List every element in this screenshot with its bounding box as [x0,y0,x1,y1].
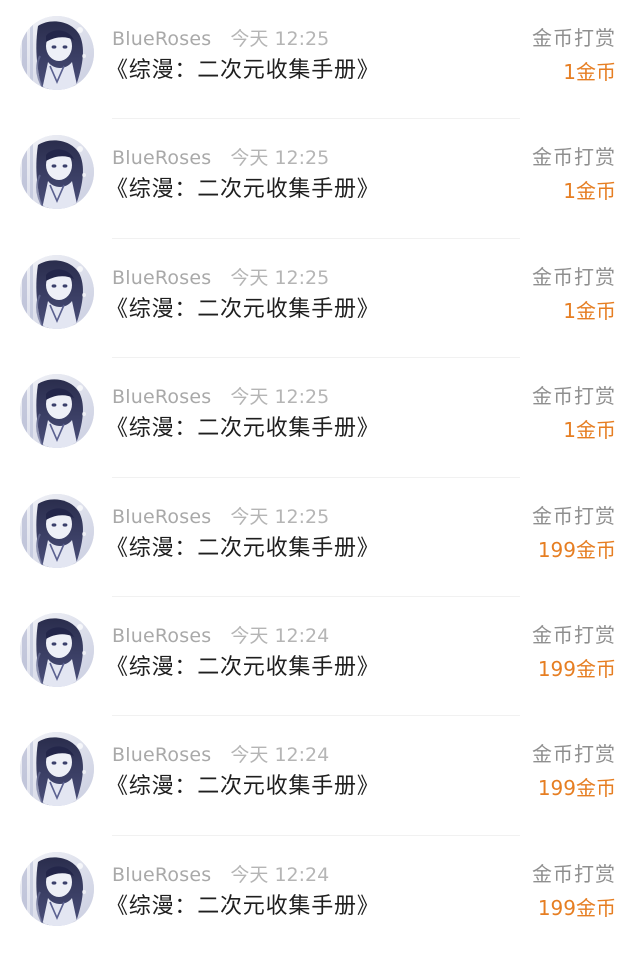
reward-record-item[interactable]: BlueRoses 今天 12:25 《综漫：二次元收集手册》 金币打赏 1金币 [0,0,640,120]
book-title[interactable]: 《综漫：二次元收集手册》 [106,174,380,206]
record-meta: BlueRoses 今天 12:24 [112,862,329,888]
user-avatar[interactable] [20,612,94,687]
record-time: 今天 12:24 [230,744,330,767]
reward-type: 金币打赏 [532,622,616,647]
reward-amount: 199金币 [537,776,616,801]
username[interactable]: BlueRoses [112,744,211,766]
book-title[interactable]: 《综漫：二次元收集手册》 [106,891,380,923]
reward-record-item[interactable]: BlueRoses 今天 12:25 《综漫：二次元收集手册》 金币打赏 199… [0,478,640,598]
reward-amount: 1金币 [563,60,616,84]
avatar-illustration [20,16,94,90]
reward-amount: 1金币 [563,298,616,323]
record-meta: BlueRoses 今天 12:25 [112,504,329,530]
record-time: 今天 12:25 [230,386,330,409]
record-meta: BlueRoses 今天 12:25 [112,145,329,171]
book-title[interactable]: 《综漫：二次元收集手册》 [106,533,380,565]
username[interactable]: BlueRoses [112,506,211,528]
reward-amount: 199金币 [537,656,616,681]
reward-record-item[interactable]: BlueRoses 今天 12:25 《综漫：二次元收集手册》 金币打赏 1金币 [0,119,640,240]
reward-amount: 1金币 [563,179,616,204]
avatar-illustration [20,612,94,687]
reward-amount: 199金币 [537,537,616,562]
user-avatar[interactable] [20,374,94,449]
record-time: 今天 12:25 [230,266,330,289]
reward-record-list: BlueRoses 今天 12:25 《综漫：二次元收集手册》 金币打赏 1金币… [0,0,640,941]
record-time: 今天 12:25 [230,505,330,528]
reward-record-item[interactable]: BlueRoses 今天 12:25 《综漫：二次元收集手册》 金币打赏 1金币 [0,358,640,478]
username[interactable]: BlueRoses [112,386,211,408]
record-time: 今天 12:24 [230,863,330,886]
reward-amount: 1金币 [563,418,616,443]
avatar-illustration [20,374,94,449]
reward-type: 金币打赏 [532,145,616,170]
record-time: 今天 12:25 [230,147,330,170]
user-avatar[interactable] [20,732,94,807]
book-title[interactable]: 《综漫：二次元收集手册》 [106,771,380,803]
user-avatar[interactable] [20,16,94,90]
reward-amount: 199金币 [537,895,616,920]
user-avatar[interactable] [20,851,94,926]
reward-type: 金币打赏 [532,742,616,767]
reward-record-item[interactable]: BlueRoses 今天 12:25 《综漫：二次元收集手册》 金币打赏 1金币 [0,239,640,359]
record-meta: BlueRoses 今天 12:24 [112,742,329,768]
record-meta: BlueRoses 今天 12:25 [112,26,329,52]
avatar-illustration [20,732,94,807]
reward-record-item[interactable]: BlueRoses 今天 12:24 《综漫：二次元收集手册》 金币打赏 199… [0,836,640,955]
username[interactable]: BlueRoses [112,625,211,647]
username[interactable]: BlueRoses [112,28,211,50]
avatar-illustration [20,254,94,329]
user-avatar[interactable] [20,254,94,329]
reward-type: 金币打赏 [532,861,616,886]
reward-type: 金币打赏 [532,26,616,50]
username[interactable]: BlueRoses [112,267,211,289]
book-title[interactable]: 《综漫：二次元收集手册》 [106,413,380,445]
record-time: 今天 12:24 [230,624,330,647]
record-meta: BlueRoses 今天 12:25 [112,384,329,410]
username[interactable]: BlueRoses [112,147,211,169]
book-title[interactable]: 《综漫：二次元收集手册》 [106,652,380,684]
reward-record-item[interactable]: BlueRoses 今天 12:24 《综漫：二次元收集手册》 金币打赏 199… [0,597,640,717]
avatar-illustration [20,135,94,210]
reward-type: 金币打赏 [532,264,616,289]
record-meta: BlueRoses 今天 12:24 [112,623,329,649]
record-time: 今天 12:25 [230,28,330,50]
user-avatar[interactable] [20,493,94,568]
record-meta: BlueRoses 今天 12:25 [112,265,329,291]
avatar-illustration [20,851,94,926]
book-title[interactable]: 《综漫：二次元收集手册》 [106,294,380,326]
reward-type: 金币打赏 [532,503,616,528]
reward-record-item[interactable]: BlueRoses 今天 12:24 《综漫：二次元收集手册》 金币打赏 199… [0,716,640,837]
avatar-illustration [20,493,94,568]
user-avatar[interactable] [20,135,94,210]
reward-type: 金币打赏 [532,384,616,409]
book-title[interactable]: 《综漫：二次元收集手册》 [106,55,380,87]
username[interactable]: BlueRoses [112,864,211,886]
